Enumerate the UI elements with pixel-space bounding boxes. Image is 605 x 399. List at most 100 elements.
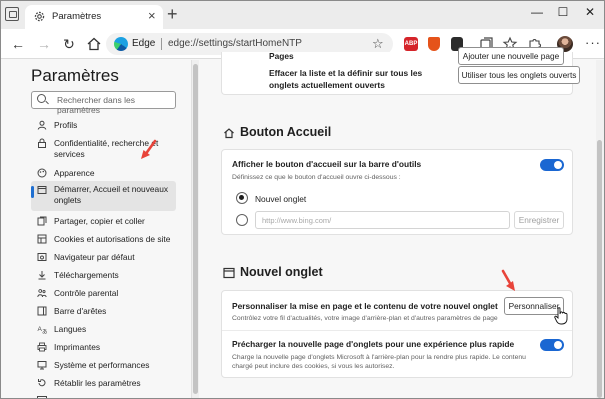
tab-strip: Paramètres × + — ☐ ✕	[1, 1, 604, 29]
download-icon	[38, 271, 46, 280]
show-home-button-toggle[interactable]	[540, 159, 564, 171]
printer-icon	[37, 342, 47, 352]
sidebar-item-label: Navigateur par défaut	[54, 252, 135, 262]
annotation-arrow-sidebar	[141, 139, 157, 159]
sidebar-item-appearance[interactable]: Apparence	[31, 167, 176, 181]
sidebar-item-label: Partager, copier et coller	[54, 216, 145, 226]
window-close-icon[interactable]: ✕	[581, 5, 599, 19]
settings-sidebar: Paramètres Rechercher dans les paramètre…	[1, 60, 191, 398]
sidebar-item-label: Contrôle parental	[54, 288, 119, 298]
tab-actions-icon[interactable]	[5, 7, 19, 21]
profile-icon	[37, 120, 47, 130]
radio-custom-url[interactable]	[236, 214, 248, 226]
back-arrow-icon[interactable]: ←	[9, 35, 27, 53]
maximize-icon[interactable]: ☐	[554, 5, 572, 19]
new-tab-card: Personnaliser la mise en page et le cont…	[221, 290, 573, 378]
settings-main: Pages Ajouter une nouvelle page Effacer …	[200, 47, 595, 398]
close-tab-icon[interactable]: ×	[148, 8, 156, 24]
refresh-icon[interactable]: ↻	[60, 35, 78, 53]
home-section-icon	[224, 128, 234, 139]
sidebar-item-edge-bar[interactable]: Barre d'arêtes	[31, 305, 176, 319]
search-icon	[37, 94, 46, 103]
sidebar-item-printers[interactable]: Imprimantes	[31, 341, 176, 355]
search-placeholder: Rechercher dans les paramètres	[57, 95, 135, 115]
svg-text:あ: あ	[42, 329, 47, 335]
sidebar-item-downloads[interactable]: Téléchargements	[31, 269, 176, 283]
settings-search-input[interactable]: Rechercher dans les paramètres	[31, 91, 176, 115]
extension-orange-icon[interactable]	[428, 37, 440, 51]
main-scrollbar[interactable]	[596, 60, 604, 398]
sidebar-item-label: Système et performances	[54, 360, 150, 370]
address-site-label: Edge	[132, 38, 156, 49]
sidebar-item-share[interactable]: Partager, copier et coller	[31, 215, 176, 229]
hand-cursor-icon	[554, 307, 568, 325]
home-button-section-title: Bouton Accueil	[240, 125, 332, 139]
browser-window: Paramètres × + — ☐ ✕ ← → ↻ Edge edge://s…	[0, 0, 605, 399]
radio-new-tab-label: Nouvel onglet	[255, 194, 307, 204]
home-tabs-icon	[37, 186, 47, 194]
save-button[interactable]: Enregistrer	[514, 211, 564, 229]
tab-title: Paramètres	[52, 11, 102, 22]
sidebar-item-parental-control[interactable]: Contrôle parental	[31, 287, 176, 301]
annotation-arrow-customize	[501, 269, 515, 291]
address-url: edge://settings/startHomeNTP	[168, 38, 302, 49]
sidebar-item-system[interactable]: Système et performances	[31, 359, 176, 373]
sidebar-scrollbar-thumb[interactable]	[193, 64, 198, 394]
settings-title: Paramètres	[31, 66, 119, 85]
new-tab-section-title: Nouvel onglet	[240, 265, 323, 279]
sidebar-item-label: Rétablir les paramètres	[54, 378, 141, 388]
add-favorite-icon[interactable]: ☆	[372, 36, 388, 52]
main-scrollbar-thumb[interactable]	[597, 140, 602, 398]
lock-icon	[38, 138, 46, 148]
reset-icon	[38, 379, 46, 387]
system-icon	[37, 361, 47, 370]
sidebar-item-label: Barre d'arêtes	[54, 306, 107, 316]
preload-new-tab-label: Précharger la nouvelle page d'onglets po…	[232, 339, 515, 349]
sidebar-item-label: Langues	[54, 324, 87, 334]
more-options-icon[interactable]: ···	[585, 35, 601, 50]
sidebar-scrollbar[interactable]	[191, 60, 199, 398]
share-icon	[37, 216, 47, 226]
minimize-icon[interactable]: —	[528, 5, 546, 19]
sidebar-item-label: Profils	[54, 120, 78, 130]
show-home-button-label: Afficher le bouton d'accueil sur la barr…	[232, 159, 422, 169]
sidebar-item-cookies[interactable]: Cookies et autorisations de site	[31, 233, 176, 247]
forward-arrow-icon[interactable]: →	[35, 35, 53, 53]
sidebar-item-profiles[interactable]: Profils	[31, 119, 176, 133]
use-all-open-tabs-button[interactable]: Utiliser tous les onglets ouverts	[458, 66, 580, 84]
sidebar-item-label: Apparence	[54, 168, 95, 178]
sidebar-item-partial[interactable]	[31, 394, 176, 398]
sidebar-item-label: Démarrer, Accueil et nouveaux onglets	[54, 184, 169, 205]
edge-logo-icon	[114, 37, 128, 51]
abp-icon[interactable]: ABP	[404, 37, 418, 51]
clear-list-label: Effacer la liste et la définir sur tous …	[269, 68, 423, 90]
pages-label: Pages	[269, 51, 294, 61]
sidebar-item-default-browser[interactable]: Navigateur par défaut	[31, 251, 176, 265]
sidebar-item-reset[interactable]: Rétablir les paramètres	[31, 377, 176, 391]
sidebar-item-label: Téléchargements	[54, 270, 119, 280]
appearance-icon	[37, 168, 47, 178]
cookies-icon	[37, 234, 47, 244]
family-icon	[37, 289, 47, 298]
add-new-page-button[interactable]: Ajouter une nouvelle page	[458, 47, 564, 65]
home-button-card: Afficher le bouton d'accueil sur la barr…	[221, 149, 573, 235]
row-divider	[222, 330, 572, 331]
sidebar-item-start-home-newtab[interactable]: Démarrer, Accueil et nouveaux onglets	[31, 181, 176, 211]
address-separator	[161, 38, 162, 50]
home-url-placeholder: http://www.bing.com/	[262, 216, 332, 225]
preload-new-tab-toggle[interactable]	[540, 339, 564, 351]
home-icon[interactable]	[85, 35, 103, 53]
home-url-input[interactable]: http://www.bing.com/	[255, 211, 510, 229]
new-tab-button[interactable]: +	[167, 4, 178, 24]
language-icon: Aあ	[38, 326, 48, 335]
sidebar-item-languages[interactable]: Aあ Langues	[31, 323, 176, 337]
edge-bar-icon	[37, 306, 47, 316]
tab-settings[interactable]: Paramètres ×	[25, 5, 163, 29]
gear-icon	[34, 11, 45, 22]
radio-new-tab[interactable]	[236, 192, 248, 204]
customize-layout-label: Personnaliser la mise en page et le cont…	[232, 301, 498, 311]
sidebar-item-label: Cookies et autorisations de site	[54, 234, 171, 244]
customize-layout-description: Contrôlez votre fil d'actualités, votre …	[232, 315, 498, 322]
show-home-button-description: Définissez ce que le bouton d'accueil ou…	[232, 174, 401, 181]
new-tab-section-icon	[223, 267, 235, 279]
